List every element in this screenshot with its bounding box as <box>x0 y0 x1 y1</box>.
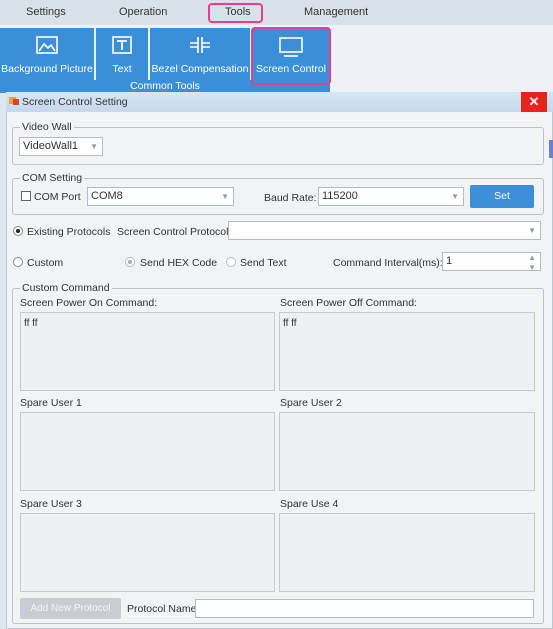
background-picture-button[interactable]: Background Picture <box>0 28 94 81</box>
video-wall-select[interactable]: VideoWall1 ▼ <box>19 137 103 156</box>
com-setting-legend: COM Setting <box>20 172 85 184</box>
protocol-name-label: Protocol Name: <box>127 603 200 615</box>
chevron-down-icon: ▼ <box>221 192 229 201</box>
screen-control-highlight <box>251 27 331 85</box>
custom-label: Custom <box>27 257 64 269</box>
baud-rate-label: Baud Rate: <box>264 192 317 204</box>
power-off-value: ff ff <box>283 318 297 329</box>
menu-bar <box>0 0 553 26</box>
tools-highlight <box>208 3 263 23</box>
send-hex-radio[interactable] <box>125 257 135 267</box>
com-port-checkbox[interactable] <box>21 191 31 201</box>
screen-control-protocol-label: Screen Control Protocol: <box>117 226 232 238</box>
spare-user-1-textarea[interactable] <box>20 412 275 491</box>
spare-user-3-label: Spare User 3 <box>20 498 82 510</box>
bezel-icon <box>190 37 210 53</box>
com-port-label: COM Port <box>34 191 81 203</box>
command-interval-label: Command Interval(ms): <box>333 257 443 269</box>
existing-protocols-label: Existing Protocols <box>27 226 111 238</box>
set-button[interactable]: Set <box>470 185 534 208</box>
bezel-compensation-label: Bezel Compensation <box>151 63 249 75</box>
spare-user-4-textarea[interactable] <box>279 513 535 592</box>
bezel-compensation-button[interactable]: Bezel Compensation <box>150 28 250 81</box>
text-icon <box>112 36 132 54</box>
spare-user-3-textarea[interactable] <box>20 513 275 592</box>
background-edge-marker <box>549 140 553 158</box>
send-text-radio[interactable] <box>226 257 236 267</box>
menu-operation[interactable]: Operation <box>119 6 167 18</box>
spin-down-icon[interactable]: ▼ <box>528 259 536 276</box>
baud-rate-select[interactable]: 115200 ▼ <box>318 187 464 206</box>
spare-user-2-label: Spare User 2 <box>280 397 342 409</box>
background-picture-label: Background Picture <box>1 63 93 75</box>
protocol-name-input[interactable] <box>195 599 534 618</box>
chevron-down-icon: ▼ <box>528 226 536 235</box>
existing-protocols-radio[interactable] <box>13 226 23 236</box>
power-off-textarea[interactable]: ff ff <box>279 312 535 391</box>
power-off-label: Screen Power Off Command: <box>280 297 417 309</box>
spare-user-2-textarea[interactable] <box>279 412 535 491</box>
app-icon <box>9 97 19 105</box>
send-hex-label: Send HEX Code <box>140 257 218 269</box>
power-on-value: ff ff <box>24 318 38 329</box>
video-wall-value: VideoWall1 <box>23 140 79 152</box>
dialog-title: Screen Control Setting <box>22 96 128 108</box>
chevron-down-icon: ▼ <box>90 142 98 151</box>
video-wall-legend: Video Wall <box>20 121 74 133</box>
com-port-select[interactable]: COM8 ▼ <box>87 187 234 206</box>
spare-user-1-label: Spare User 1 <box>20 397 82 409</box>
text-label: Text <box>112 63 132 75</box>
image-icon <box>36 36 58 54</box>
close-button[interactable]: ✕ <box>521 92 547 112</box>
chevron-down-icon: ▼ <box>451 192 459 201</box>
baud-rate-value: 115200 <box>322 190 358 202</box>
menu-settings[interactable]: Settings <box>26 6 66 18</box>
add-new-protocol-button[interactable]: Add New Protocol <box>20 598 121 619</box>
menu-management[interactable]: Management <box>304 6 368 18</box>
command-interval-spinner[interactable]: 1 ▲ ▼ <box>442 252 541 272</box>
command-interval-value: 1 <box>446 255 453 267</box>
screen-control-protocol-select[interactable]: ▼ <box>228 221 541 240</box>
text-button[interactable]: Text <box>96 28 148 81</box>
com-port-value: COM8 <box>91 190 123 202</box>
power-on-label: Screen Power On Command: <box>20 297 158 309</box>
power-on-textarea[interactable]: ff ff <box>20 312 275 391</box>
send-text-label: Send Text <box>240 257 287 269</box>
custom-radio[interactable] <box>13 257 23 267</box>
spare-user-4-label: Spare Use 4 <box>280 498 339 510</box>
custom-command-legend: Custom Command <box>20 282 112 294</box>
